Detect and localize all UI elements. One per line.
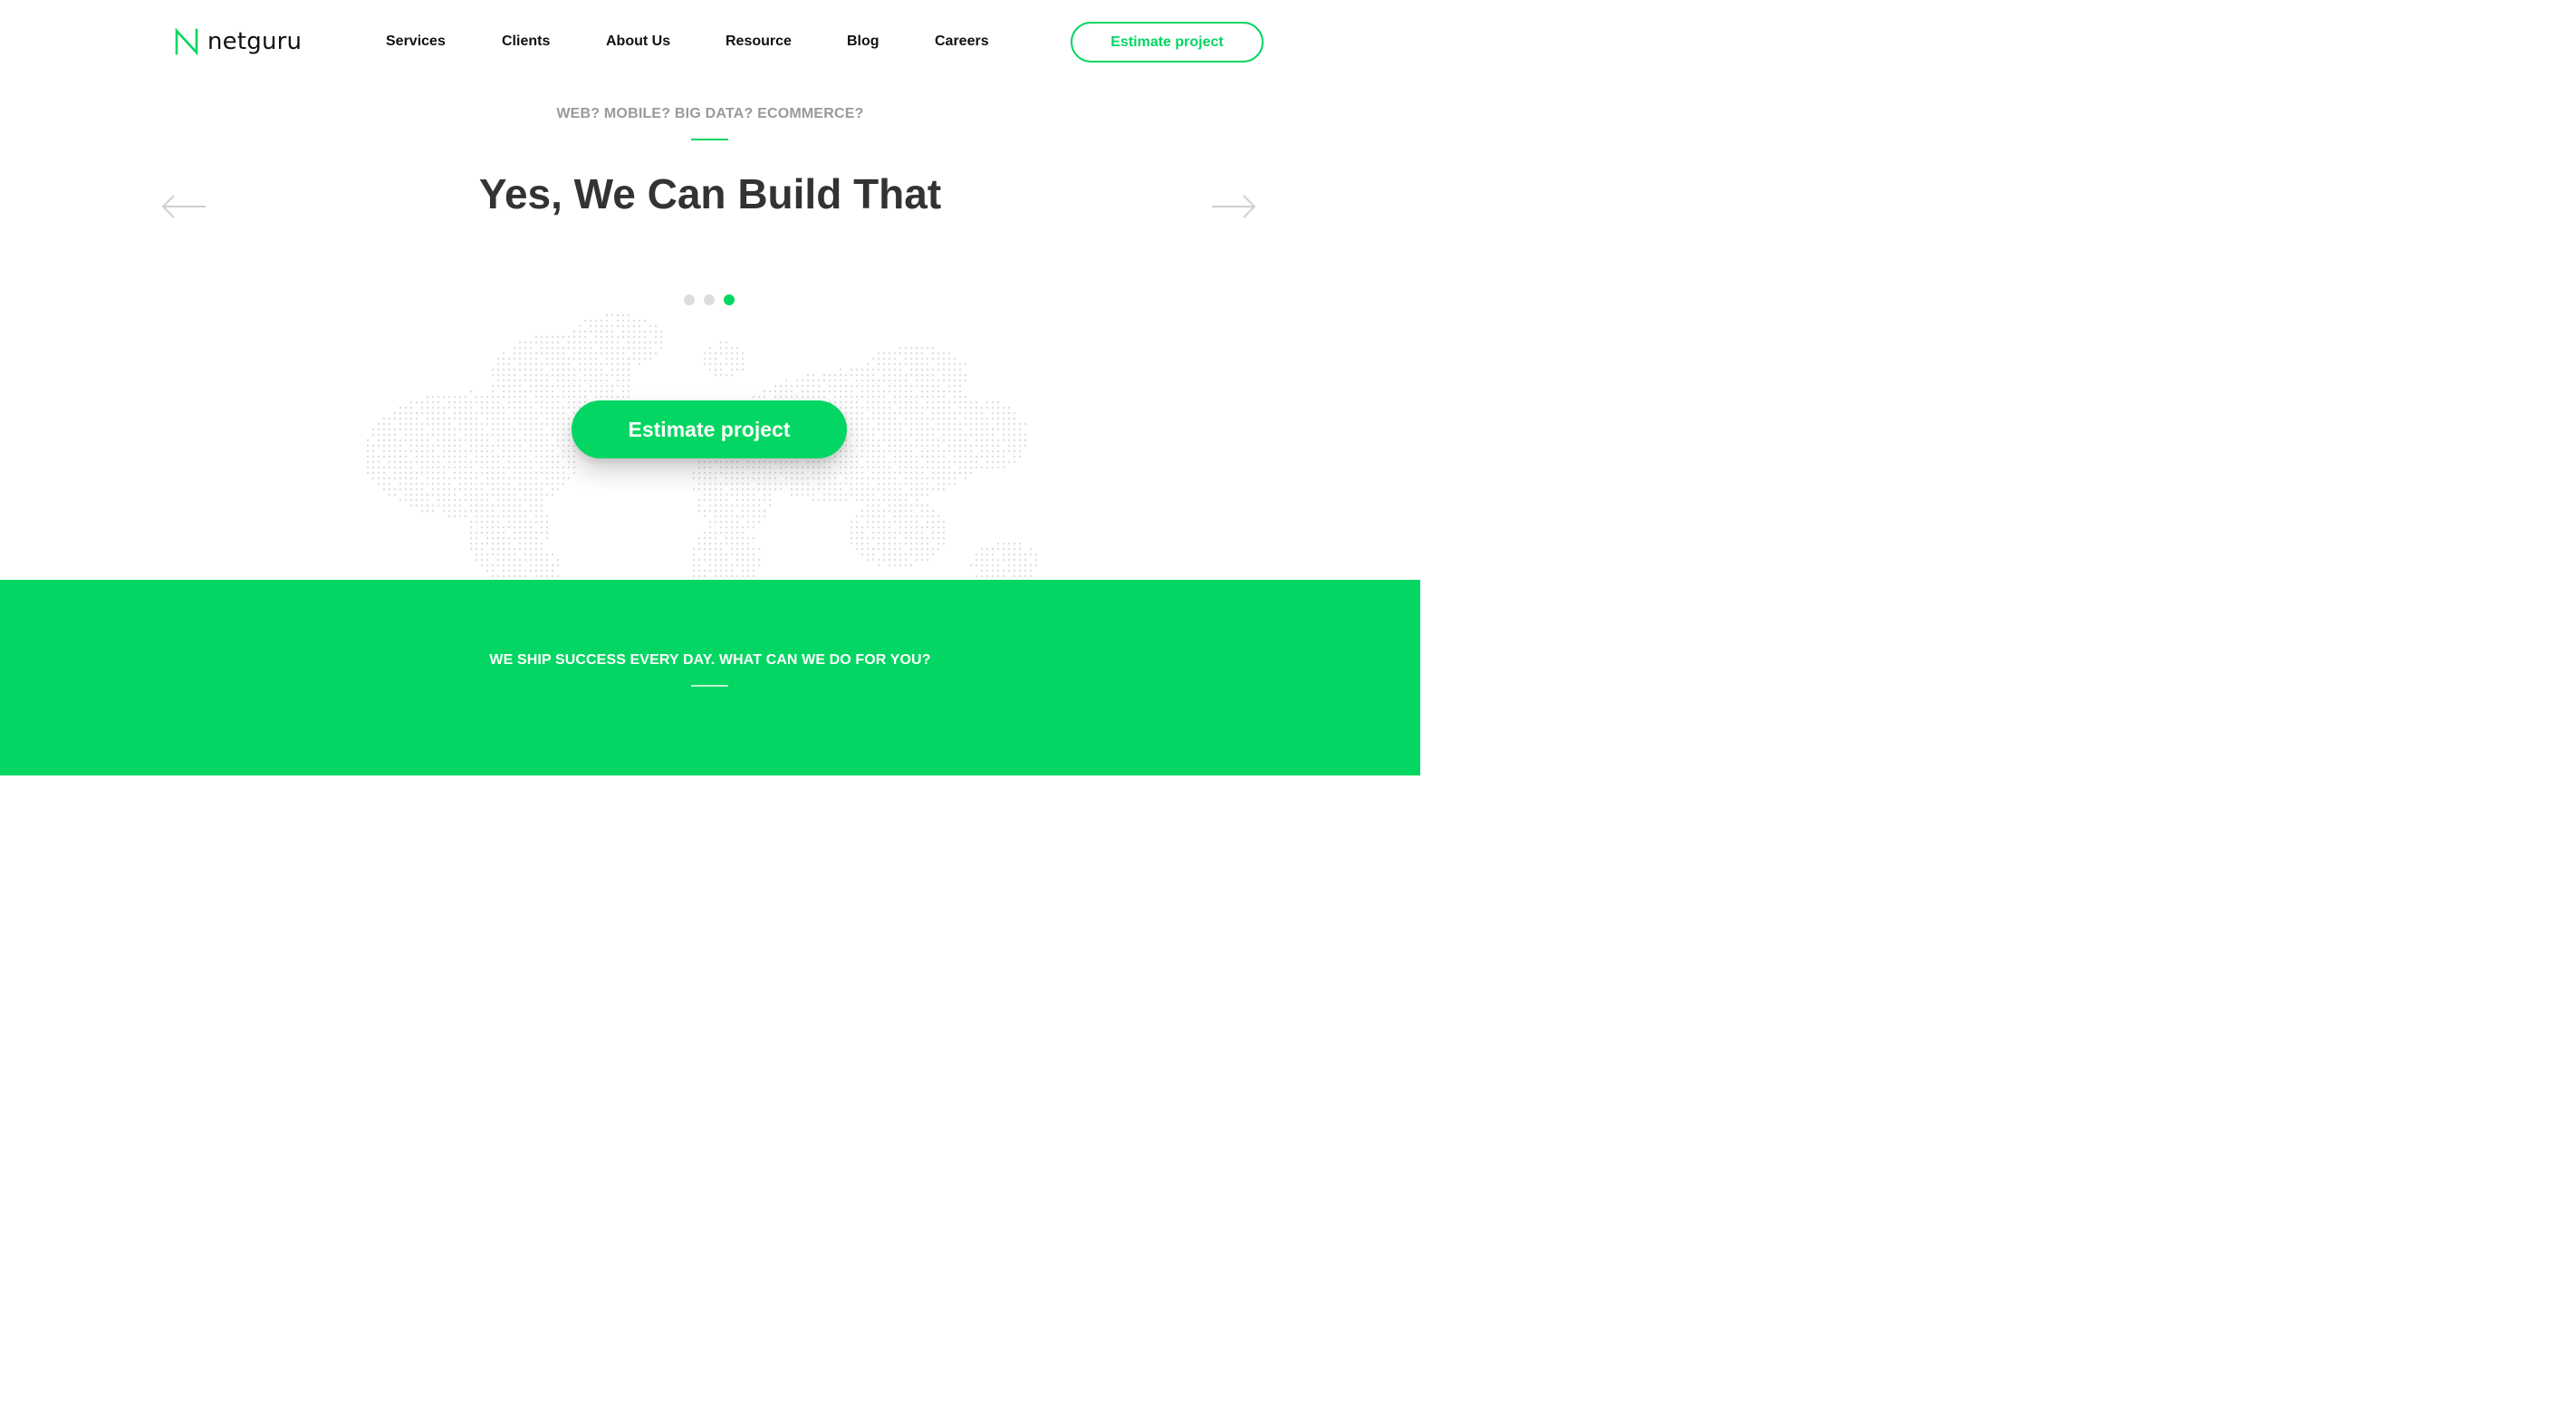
hero-divider [691,139,728,140]
nav-about-us[interactable]: About Us [606,33,670,51]
band-divider [691,685,728,687]
nav-resource[interactable]: Resource [726,33,792,51]
logo-link[interactable]: netguru [174,28,302,55]
hero-eyebrow: WEB? MOBILE? BIG DATA? ECOMMERCE? [556,106,864,121]
band-headline: WE SHIP SUCCESS EVERY DAY. WHAT CAN WE D… [489,652,931,668]
nav-blog[interactable]: Blog [847,33,879,51]
arrow-right-icon [1212,195,1256,218]
hero-estimate-project-button[interactable]: Estimate project [572,400,847,458]
slider-dot-2[interactable] [704,294,715,305]
slider-prev-button[interactable] [161,192,207,221]
header-estimate-project-button[interactable]: Estimate project [1071,22,1264,63]
arrow-left-icon [161,195,206,218]
slider-dot-3[interactable] [724,294,735,305]
slider-dot-1[interactable] [684,294,695,305]
nav-careers[interactable]: Careers [935,33,989,51]
success-band: WE SHIP SUCCESS EVERY DAY. WHAT CAN WE D… [0,580,1420,775]
hero-title: Yes, We Can Build That [478,170,942,217]
netguru-logo-icon [175,28,198,55]
logo-wordmark: netguru [207,28,303,55]
nav-clients[interactable]: Clients [502,33,550,51]
slider-next-button[interactable] [1211,192,1256,221]
slider-pagination [683,294,739,305]
site-header: netguru Services Clients About Us Resour… [0,0,1420,83]
nav-services[interactable]: Services [386,33,446,51]
